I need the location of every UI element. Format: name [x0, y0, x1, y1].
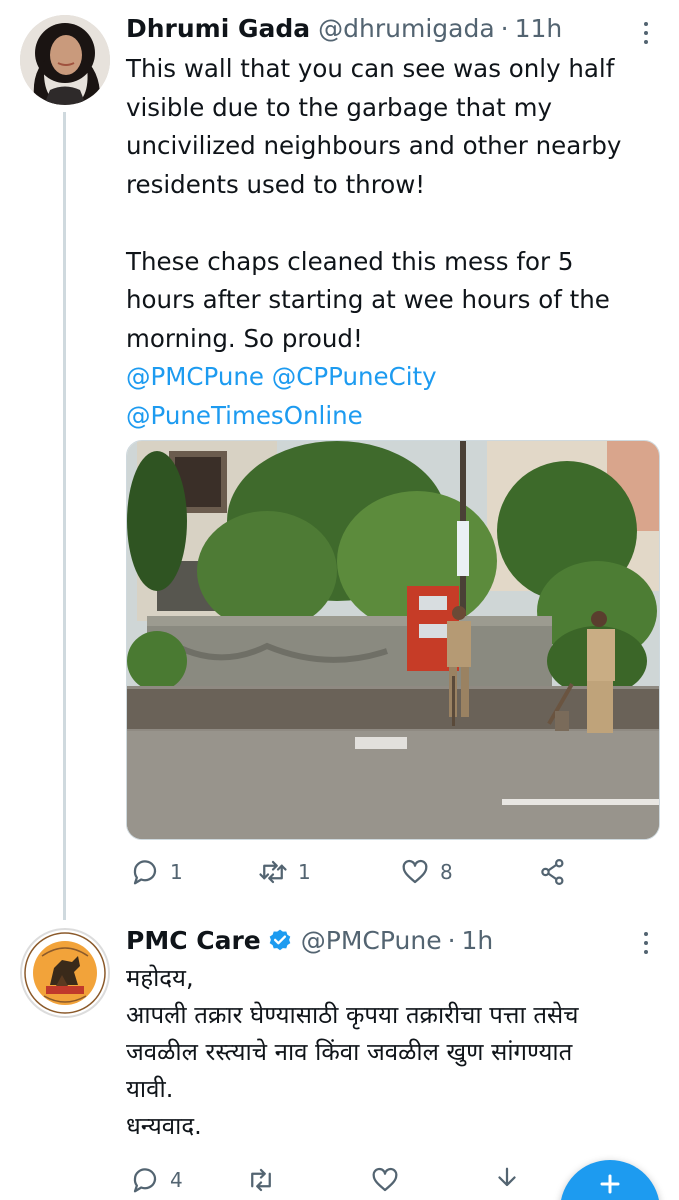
tweet-text-line: महोदय,	[126, 964, 194, 992]
share-icon	[541, 859, 564, 885]
reply-count: 1	[170, 860, 183, 884]
reply-icon	[133, 1168, 157, 1193]
retweet-icon	[259, 860, 287, 884]
retweet-icon	[251, 1168, 271, 1192]
share-button[interactable]	[538, 852, 568, 892]
verified-badge-icon	[269, 929, 291, 950]
author-name[interactable]: PMC Care	[126, 926, 261, 955]
avatar-photo	[20, 15, 110, 105]
tweet-text-line: morning. So proud!	[126, 323, 363, 353]
compose-icon	[600, 1174, 620, 1194]
tweet-text-line: यावी.	[126, 1075, 174, 1103]
retweet-count: 1	[298, 860, 311, 884]
avatar-pmc-care[interactable]	[20, 928, 110, 1018]
tweet-text-line: This wall that you can see was only half	[126, 54, 615, 83]
like-button[interactable]: 8	[400, 852, 453, 892]
thread-line	[63, 112, 66, 920]
tweet-body: महोदय, आपली तक्रार घेण्यासाठी कृपया तक्र…	[126, 960, 666, 1145]
tweet-text-line: धन्यवाद.	[126, 1112, 202, 1140]
tweet-header: Dhrumi Gada @dhrumigada · 11h	[126, 14, 562, 43]
tweet-text-line: आपली तक्रार घेण्यासाठी कृपया तक्रारीचा प…	[126, 1001, 579, 1029]
tweet-actions: 1 1 8	[126, 852, 666, 892]
reply-count: 4	[170, 1168, 183, 1192]
reply-button[interactable]: 4	[130, 1160, 183, 1200]
mention-links[interactable]: @PMCPune @CPPuneCity	[126, 358, 666, 397]
tweet-text-line: These chaps cleaned this mess for 5	[126, 246, 574, 276]
download-button[interactable]	[492, 1160, 522, 1200]
download-icon	[498, 1167, 516, 1187]
separator-dot: ·	[500, 14, 509, 43]
like-count: 8	[440, 860, 453, 884]
tweet-text-line: uncivilized neighbours and other nearby	[126, 131, 622, 160]
avatar-dhrumi[interactable]	[20, 15, 110, 105]
retweet-button[interactable]	[246, 1160, 276, 1200]
retweet-button[interactable]: 1	[258, 852, 311, 892]
author-handle[interactable]: @dhrumigada	[318, 14, 495, 43]
reply-button[interactable]: 1	[130, 852, 183, 892]
tweet-timestamp[interactable]: 1h	[462, 926, 494, 955]
reply-icon	[133, 860, 157, 885]
author-name[interactable]: Dhrumi Gada	[126, 14, 310, 43]
mention-link[interactable]: @PuneTimesOnline	[126, 397, 666, 436]
pmc-logo	[24, 932, 106, 1014]
tweet-header: PMC Care @PMCPune · 1h	[126, 926, 493, 955]
tweet-text-line: जवळील रस्त्याचे नाव किंवा जवळील खुण सांग…	[126, 1038, 573, 1066]
tweet-text-line: hours after starting at wee hours of the	[126, 285, 610, 314]
separator-dot: ·	[447, 926, 456, 955]
tweet-photo[interactable]	[126, 440, 660, 840]
tweet-text-line: residents used to throw!	[126, 169, 426, 199]
like-button[interactable]	[370, 1160, 400, 1200]
street-photo	[127, 441, 659, 839]
more-vertical-icon[interactable]	[636, 928, 656, 958]
author-handle[interactable]: @PMCPune	[301, 926, 442, 955]
like-icon	[372, 1167, 398, 1192]
like-icon	[402, 859, 428, 884]
tweet-body: This wall that you can see was only half…	[126, 50, 666, 435]
tweet-text-line: visible due to the garbage that my	[126, 92, 552, 122]
tweet-timestamp[interactable]: 11h	[515, 14, 563, 43]
more-vertical-icon[interactable]	[636, 18, 656, 48]
